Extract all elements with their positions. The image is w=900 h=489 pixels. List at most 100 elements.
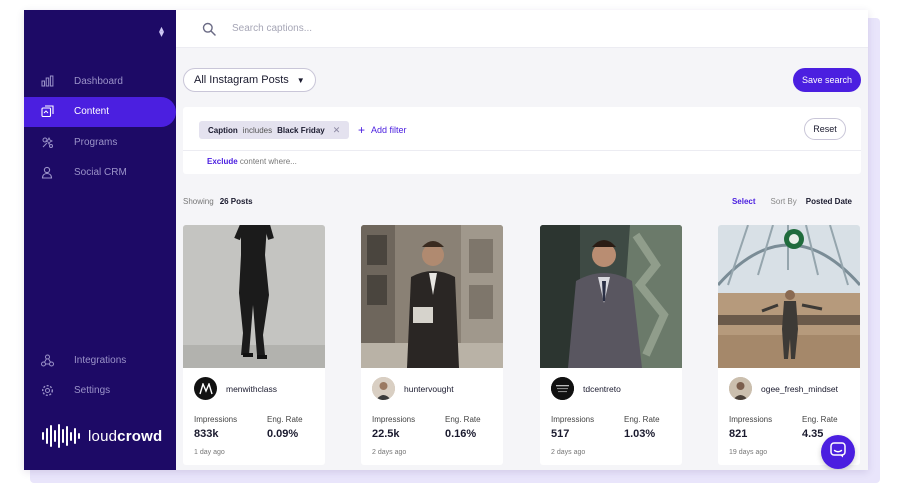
toolbar: All Instagram Posts ▼ Save search — [183, 68, 861, 94]
username: tdcentreto — [583, 383, 621, 394]
soundwave-logo-icon — [42, 424, 82, 448]
search-bar — [176, 10, 868, 48]
loudcrowd-logo: loudcrowd — [42, 424, 162, 448]
impressions-value: 833k — [194, 428, 219, 440]
eng-rate-value: 1.03% — [624, 428, 656, 440]
account-switcher-icon[interactable]: ▴ ▾ — [159, 25, 164, 40]
sidebar-item-dashboard[interactable]: Dashboard — [24, 66, 176, 96]
exclude-filter-link[interactable]: Exclude content where... — [207, 157, 297, 166]
post-card[interactable]: huntervought Impressions Eng. Rate 22.5k… — [361, 225, 503, 465]
showing-label: Showing — [183, 197, 214, 206]
person-icon — [40, 166, 54, 180]
sidebar-item-label: Social CRM — [74, 167, 127, 178]
plus-icon: + — [358, 123, 366, 137]
sidebar-item-social-crm[interactable]: Social CRM — [24, 158, 176, 188]
eng-rate-label: Eng. Rate — [624, 415, 660, 424]
sidebar-header: ▴ ▾ — [24, 10, 176, 56]
sidebar-item-settings[interactable]: Settings — [24, 376, 176, 406]
post-author[interactable]: ogee_fresh_mindset — [729, 377, 838, 400]
sidebar-item-content[interactable]: Content — [24, 96, 176, 127]
post-card[interactable]: menwithclass Impressions Eng. Rate 833k … — [183, 225, 325, 465]
logo-wordmark: loudcrowd — [88, 427, 163, 445]
username: menwithclass — [226, 383, 278, 394]
search-input[interactable] — [232, 23, 632, 34]
avatar — [551, 377, 574, 400]
results-count: Showing 26 Posts — [183, 197, 253, 206]
close-icon[interactable]: ✕ — [333, 125, 341, 136]
filter-value: Black Friday — [277, 125, 325, 135]
search-icon — [202, 22, 216, 36]
post-source-dropdown[interactable]: All Instagram Posts ▼ — [183, 68, 316, 92]
sidebar-item-integrations[interactable]: Integrations — [24, 345, 176, 375]
exclude-text: content where... — [239, 157, 297, 166]
sidebar-item-label: Settings — [74, 385, 111, 396]
avatar — [729, 377, 752, 400]
filter-operator: includes — [242, 125, 273, 135]
content-icon — [40, 105, 54, 119]
sidebar-item-label: Dashboard — [74, 75, 123, 87]
sort-by-label: Sort By — [770, 197, 797, 206]
post-card[interactable]: tdcentreto Impressions Eng. Rate 517 1.0… — [540, 225, 682, 465]
select-button[interactable]: Select — [732, 197, 756, 206]
post-author[interactable]: menwithclass — [194, 377, 277, 400]
avatar — [372, 377, 395, 400]
add-filter-button[interactable]: + Add filter — [358, 121, 407, 139]
eng-rate-value: 0.09% — [267, 428, 299, 440]
filter-chip[interactable]: Caption includes Black Friday ✕ — [199, 121, 350, 139]
reset-button[interactable]: Reset — [804, 118, 846, 140]
impressions-value: 821 — [729, 428, 748, 440]
post-date: 1 day ago — [194, 449, 225, 456]
sidebar-item-label: Integrations — [74, 354, 127, 366]
post-card[interactable]: ogee_fresh_mindset Impressions Eng. Rate… — [718, 225, 860, 465]
post-date: 19 days ago — [729, 449, 768, 456]
sidebar-bottom-nav: Integrations Settings — [24, 345, 176, 406]
post-image — [540, 225, 682, 368]
post-author[interactable]: huntervought — [372, 377, 454, 400]
impressions-label: Impressions — [551, 415, 595, 424]
sort-controls: Select Sort By Posted Date — [732, 197, 852, 206]
chat-launcher-button[interactable] — [821, 435, 855, 469]
divider — [183, 150, 861, 151]
post-grid: menwithclass Impressions Eng. Rate 833k … — [183, 225, 868, 470]
post-image — [183, 225, 325, 368]
username: ogee_fresh_mindset — [761, 383, 839, 394]
exclude-keyword: Exclude — [207, 157, 238, 166]
filter-field: Caption — [208, 125, 238, 135]
post-count: 26 Posts — [219, 197, 253, 206]
post-image — [361, 225, 503, 368]
programs-icon — [40, 135, 54, 149]
eng-rate-label: Eng. Rate — [802, 415, 838, 424]
eng-rate-label: Eng. Rate — [445, 415, 481, 424]
chat-icon — [830, 441, 846, 463]
impressions-value: 517 — [551, 428, 570, 440]
eng-rate-value: 0.16% — [445, 428, 477, 440]
impressions-label: Impressions — [729, 415, 773, 424]
post-image — [718, 225, 860, 368]
avatar — [194, 377, 217, 400]
sort-by-dropdown[interactable]: Posted Date — [806, 197, 852, 206]
integrations-icon — [40, 353, 54, 367]
sidebar: ▴ ▾ Dashboard Content Programs Social CR… — [24, 10, 176, 470]
sidebar-nav: Dashboard Content Programs Social CRM — [24, 66, 176, 188]
impressions-value: 22.5k — [372, 428, 400, 440]
sidebar-item-label: Content — [74, 106, 110, 117]
filter-panel: Caption includes Black Friday ✕ + Add fi… — [183, 107, 861, 174]
app-window: ▴ ▾ Dashboard Content Programs Social CR… — [24, 10, 868, 470]
save-search-button[interactable]: Save search — [792, 68, 861, 92]
username: huntervought — [404, 383, 454, 394]
gear-icon — [40, 384, 54, 398]
eng-rate-label: Eng. Rate — [267, 415, 303, 424]
eng-rate-value: 4.35 — [802, 428, 824, 440]
sidebar-item-programs[interactable]: Programs — [24, 127, 176, 157]
dropdown-value: All Instagram Posts — [194, 74, 289, 86]
add-filter-label: Add filter — [371, 125, 407, 135]
post-date: 2 days ago — [372, 449, 407, 456]
sidebar-item-label: Programs — [74, 136, 118, 148]
impressions-label: Impressions — [372, 415, 416, 424]
post-date: 2 days ago — [551, 449, 586, 456]
impressions-label: Impressions — [194, 415, 238, 424]
main-content: All Instagram Posts ▼ Save search Captio… — [176, 10, 868, 470]
bar-chart-icon — [40, 74, 54, 88]
chevron-down-icon: ▼ — [296, 75, 305, 85]
post-author[interactable]: tdcentreto — [551, 377, 621, 400]
